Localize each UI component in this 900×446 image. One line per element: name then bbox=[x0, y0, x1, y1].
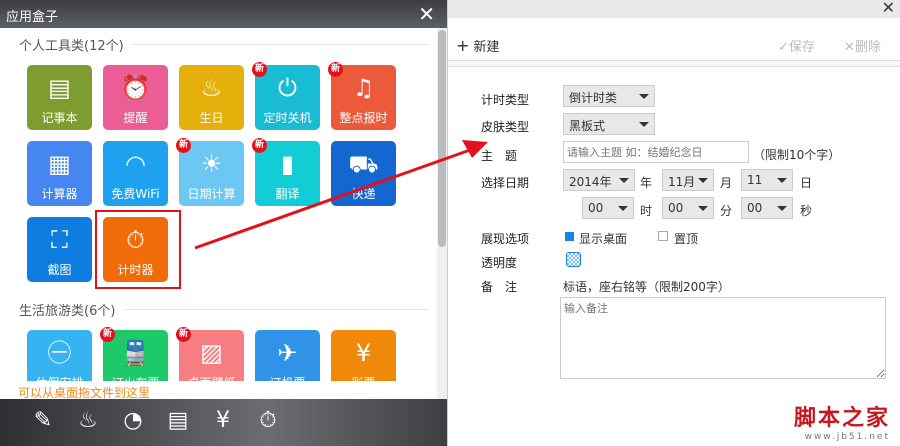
app-tile-lottery[interactable]: ¥ 彩票 bbox=[331, 330, 396, 381]
delete-button[interactable]: ✕删除 bbox=[844, 36, 881, 55]
month-unit: 月 bbox=[720, 176, 733, 190]
day-value: 11 bbox=[747, 173, 763, 187]
lottery-icon: ¥ bbox=[355, 339, 372, 367]
timer-type-label: 计时类型 bbox=[481, 93, 530, 107]
second-select[interactable]: 00 bbox=[741, 197, 793, 219]
notepad-icon[interactable]: ▤ bbox=[165, 406, 191, 436]
plane-icon: ✈ bbox=[277, 339, 298, 367]
note-label: 备 注 bbox=[481, 280, 518, 294]
divider bbox=[448, 60, 900, 67]
chevron-down-icon bbox=[698, 178, 708, 183]
show-desktop-checkbox[interactable] bbox=[565, 232, 574, 241]
save-label: 保存 bbox=[788, 40, 815, 55]
hour-select[interactable]: 00 bbox=[582, 197, 634, 219]
skin-type-label: 皮肤类型 bbox=[481, 120, 530, 134]
new-label: 新建 bbox=[473, 40, 500, 55]
stopwatch-icon[interactable]: ⏱ bbox=[255, 406, 281, 436]
show-desktop-label: 显示桌面 bbox=[579, 232, 628, 246]
minute-unit: 分 bbox=[720, 204, 733, 218]
x-icon: ✕ bbox=[844, 40, 855, 55]
hour-value: 00 bbox=[588, 201, 604, 215]
day-select[interactable]: 11 bbox=[741, 169, 793, 191]
close-button[interactable]: ✕ bbox=[882, 0, 895, 17]
opacity-label: 透明度 bbox=[481, 256, 518, 270]
app-tile-label: 彩票 bbox=[331, 374, 396, 381]
opacity-picker[interactable] bbox=[566, 252, 581, 267]
chevron-down-icon bbox=[619, 178, 629, 183]
chevron-down-icon bbox=[777, 178, 787, 183]
lottery-icon[interactable]: ¥ bbox=[210, 406, 236, 436]
timer-type-value: 倒计时类 bbox=[569, 91, 618, 105]
pin-top-label: 置顶 bbox=[674, 232, 699, 246]
cake-icon[interactable]: ♨ bbox=[75, 406, 101, 436]
chevron-down-icon bbox=[639, 122, 649, 127]
timer-editor-panel: ✕ + 新建 ✓保存 ✕删除 计时类型 倒计时类 皮肤类型 黑板式 主 题 （限… bbox=[447, 0, 900, 446]
subject-input[interactable] bbox=[563, 141, 749, 163]
hour-unit: 时 bbox=[640, 204, 653, 218]
new-button[interactable]: + 新建 bbox=[456, 36, 500, 55]
app-tile-wallpaper[interactable]: ▨ 桌面壁纸 新 bbox=[176, 327, 244, 381]
watermark: 脚本之家 www.jb51.net bbox=[794, 400, 890, 442]
panel-top-bar: ✕ bbox=[448, 0, 900, 18]
chevron-down-icon bbox=[698, 206, 708, 211]
new-badge: 新 bbox=[100, 327, 115, 342]
toolbar: + 新建 ✓保存 ✕删除 bbox=[448, 30, 900, 60]
day-unit: 日 bbox=[800, 176, 813, 190]
second-value: 00 bbox=[747, 201, 763, 215]
year-value: 2014年 bbox=[569, 175, 612, 189]
watermark-url: www.jb51.net bbox=[804, 432, 890, 442]
date-label: 选择日期 bbox=[481, 176, 530, 190]
scrollbar-thumb[interactable] bbox=[438, 30, 446, 247]
skin-type-value: 黑板式 bbox=[569, 119, 606, 133]
note-textarea[interactable] bbox=[560, 297, 886, 379]
minute-value: 00 bbox=[668, 201, 684, 215]
delete-label: 删除 bbox=[854, 40, 881, 55]
app-tile-label: 订机票 bbox=[255, 374, 320, 381]
chevron-down-icon bbox=[777, 206, 787, 211]
app-tile-label: 休假安排 bbox=[27, 374, 92, 381]
display-options-label: 展现选项 bbox=[481, 232, 530, 246]
app-tile-holiday[interactable]: ㊀休假安排 bbox=[27, 330, 92, 381]
minute-select[interactable]: 00 bbox=[662, 197, 714, 219]
save-button[interactable]: ✓保存 bbox=[778, 36, 815, 55]
new-badge: 新 bbox=[176, 327, 191, 342]
note-hint: 标语，座右铭等（限制200字） bbox=[563, 280, 730, 294]
watermark-name: 脚本之家 bbox=[793, 406, 890, 431]
year-select[interactable]: 2014年 bbox=[563, 169, 635, 191]
train-icon: 🚆 bbox=[120, 339, 151, 367]
month-select[interactable]: 11月 bbox=[662, 169, 714, 191]
pin-top-checkbox[interactable] bbox=[658, 231, 668, 241]
check-icon: ✓ bbox=[778, 40, 789, 55]
alarm-icon[interactable]: ◔ bbox=[120, 406, 146, 436]
edit-icon[interactable]: ✎ bbox=[30, 406, 56, 436]
timer-type-select[interactable]: 倒计时类 bbox=[563, 85, 655, 107]
app-tile-train[interactable]: 🚆 订火车票 新 bbox=[100, 327, 168, 381]
month-value: 11月 bbox=[668, 175, 696, 189]
holiday-icon: ㊀ bbox=[47, 339, 72, 367]
skin-type-select[interactable]: 黑板式 bbox=[563, 113, 655, 135]
plus-icon: + bbox=[456, 36, 470, 55]
app-box-window: 应用盒子 ✕ 个人工具类(12个) ▤ 记事本 ⏰ 提醒 ♨ 生日 ⏻ 定时关机新 ♫ 整点报时新… bbox=[0, 0, 447, 446]
app-tile-label: 桌面壁纸 bbox=[179, 374, 244, 381]
app-tile-plane[interactable]: ✈ 订机票 bbox=[255, 330, 320, 381]
second-unit: 秒 bbox=[800, 204, 813, 218]
dock-bar: ✎ ♨ ◔ ▤ ¥ ⏱ bbox=[0, 399, 447, 446]
year-unit: 年 bbox=[640, 176, 653, 190]
chevron-down-icon bbox=[639, 94, 649, 99]
subject-limit: （限制10个字） bbox=[753, 148, 841, 162]
chevron-down-icon bbox=[618, 206, 628, 211]
app-tile-label: 订火车票 bbox=[103, 374, 168, 381]
subject-label: 主 题 bbox=[481, 149, 518, 163]
wallpaper-icon: ▨ bbox=[200, 339, 223, 367]
